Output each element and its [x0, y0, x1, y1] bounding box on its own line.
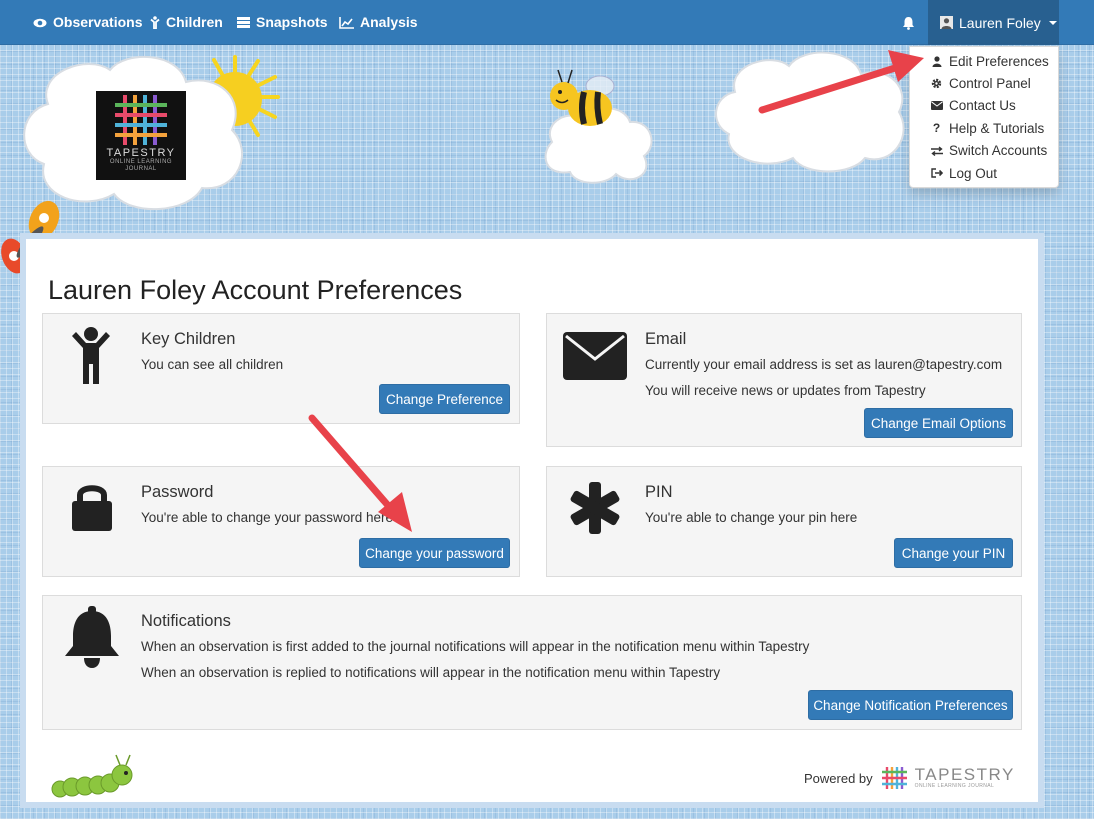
nav-snapshots-label: Snapshots [256, 14, 328, 30]
menu-item-contact-us[interactable]: Contact Us [910, 95, 1058, 117]
user-menu-toggle[interactable]: Lauren Foley [928, 0, 1059, 45]
card-title: Password [141, 483, 214, 501]
bell-icon [903, 16, 914, 30]
nav-observations[interactable]: Observations [33, 0, 142, 45]
user-dropdown-menu: Edit Preferences Control Panel Contact U… [909, 46, 1059, 188]
preferences-panel: Lauren Foley Account Preferences Key Chi… [20, 233, 1044, 808]
snapshots-icon [237, 17, 250, 28]
tapestry-logo: TAPESTRY ONLINE LEARNING JOURNAL [96, 91, 186, 180]
change-preference-button[interactable]: Change Preference [379, 384, 510, 414]
nav-snapshots[interactable]: Snapshots [237, 0, 328, 45]
tapestry-weave-icon [881, 767, 907, 789]
card-text: You can see all children [141, 357, 284, 372]
menu-item-help-tutorials[interactable]: ? Help & Tutorials [910, 117, 1058, 139]
user-icon [930, 56, 943, 67]
card-text: When an observation is replied to notifi… [141, 665, 721, 680]
envelope-icon [563, 332, 627, 380]
card-password: Password You're able to change your pass… [42, 466, 520, 577]
lock-icon [72, 485, 112, 531]
nav-observations-label: Observations [53, 14, 143, 30]
nav-children[interactable]: Children [150, 0, 223, 45]
menu-item-label: Contact Us [949, 98, 1016, 114]
logout-icon [930, 168, 943, 178]
card-text: Currently your email address is set as l… [645, 357, 1003, 372]
cog-icon [930, 78, 943, 89]
page-title: Lauren Foley Account Preferences [48, 275, 463, 305]
menu-item-label: Switch Accounts [949, 143, 1048, 159]
footer-logo: TAPESTRY ONLINE LEARNING JOURNAL [914, 765, 1015, 789]
bell-icon [65, 606, 119, 668]
menu-item-label: Log Out [949, 165, 998, 181]
card-notifications: Notifications When an observation is fir… [42, 595, 1022, 730]
eye-icon [33, 18, 47, 27]
card-pin: PIN You're able to change your pin here … [546, 466, 1022, 577]
change-notification-preferences-button[interactable]: Change Notification Preferences [808, 690, 1013, 720]
card-text: You're able to change your pin here [645, 510, 858, 525]
tapestry-weave-icon [115, 95, 167, 145]
menu-item-control-panel[interactable]: Control Panel [910, 72, 1058, 94]
logo-tagline: ONLINE LEARNING JOURNAL [109, 159, 173, 172]
card-key-children: Key Children You can see all children Ch… [42, 313, 520, 424]
chart-icon [339, 16, 354, 29]
logo-brand: TAPESTRY [106, 147, 176, 159]
child-icon [72, 327, 110, 384]
change-email-options-button[interactable]: Change Email Options [864, 408, 1013, 438]
card-text: When an observation is first added to th… [141, 639, 810, 654]
nav-analysis-label: Analysis [360, 14, 418, 30]
card-text: You will receive news or updates from Ta… [645, 383, 926, 398]
child-icon [150, 16, 160, 29]
question-icon: ? [932, 121, 941, 136]
envelope-icon [930, 101, 943, 111]
asterisk-icon [570, 482, 620, 534]
card-title: Notifications [141, 612, 231, 630]
chevron-down-icon [1048, 20, 1057, 25]
powered-by-label: Powered by [804, 770, 873, 786]
menu-item-label: Edit Preferences [949, 53, 1049, 69]
powered-by: Powered by TAPESTRY ONLINE LEARNING JOUR… [804, 765, 1015, 789]
user-avatar-icon [940, 16, 953, 29]
card-title: Key Children [141, 330, 236, 348]
user-name: Lauren Foley [959, 14, 1041, 31]
menu-item-log-out[interactable]: Log Out [910, 162, 1058, 184]
card-title: Email [645, 330, 687, 348]
menu-item-edit-preferences[interactable]: Edit Preferences [910, 50, 1058, 72]
menu-item-switch-accounts[interactable]: Switch Accounts [910, 140, 1058, 162]
change-password-button[interactable]: Change your password [359, 538, 510, 568]
cloud-decoration [715, 51, 905, 173]
switch-icon [930, 146, 943, 156]
card-text: You're able to change your password here [141, 510, 393, 525]
nav-children-label: Children [166, 14, 223, 30]
caterpillar-decoration [51, 754, 133, 798]
card-email: Email Currently your email address is se… [546, 313, 1022, 447]
top-navbar: Observations Children Snapshots Analysis… [0, 0, 1094, 45]
menu-item-label: Control Panel [949, 76, 1031, 92]
change-pin-button[interactable]: Change your PIN [894, 538, 1013, 568]
notifications-bell-button[interactable] [902, 0, 915, 45]
bee-cloud-decoration [544, 69, 653, 184]
menu-item-label: Help & Tutorials [949, 120, 1045, 136]
nav-analysis[interactable]: Analysis [339, 0, 418, 45]
card-title: PIN [645, 483, 673, 501]
footer-brand: TAPESTRY [914, 765, 1015, 784]
